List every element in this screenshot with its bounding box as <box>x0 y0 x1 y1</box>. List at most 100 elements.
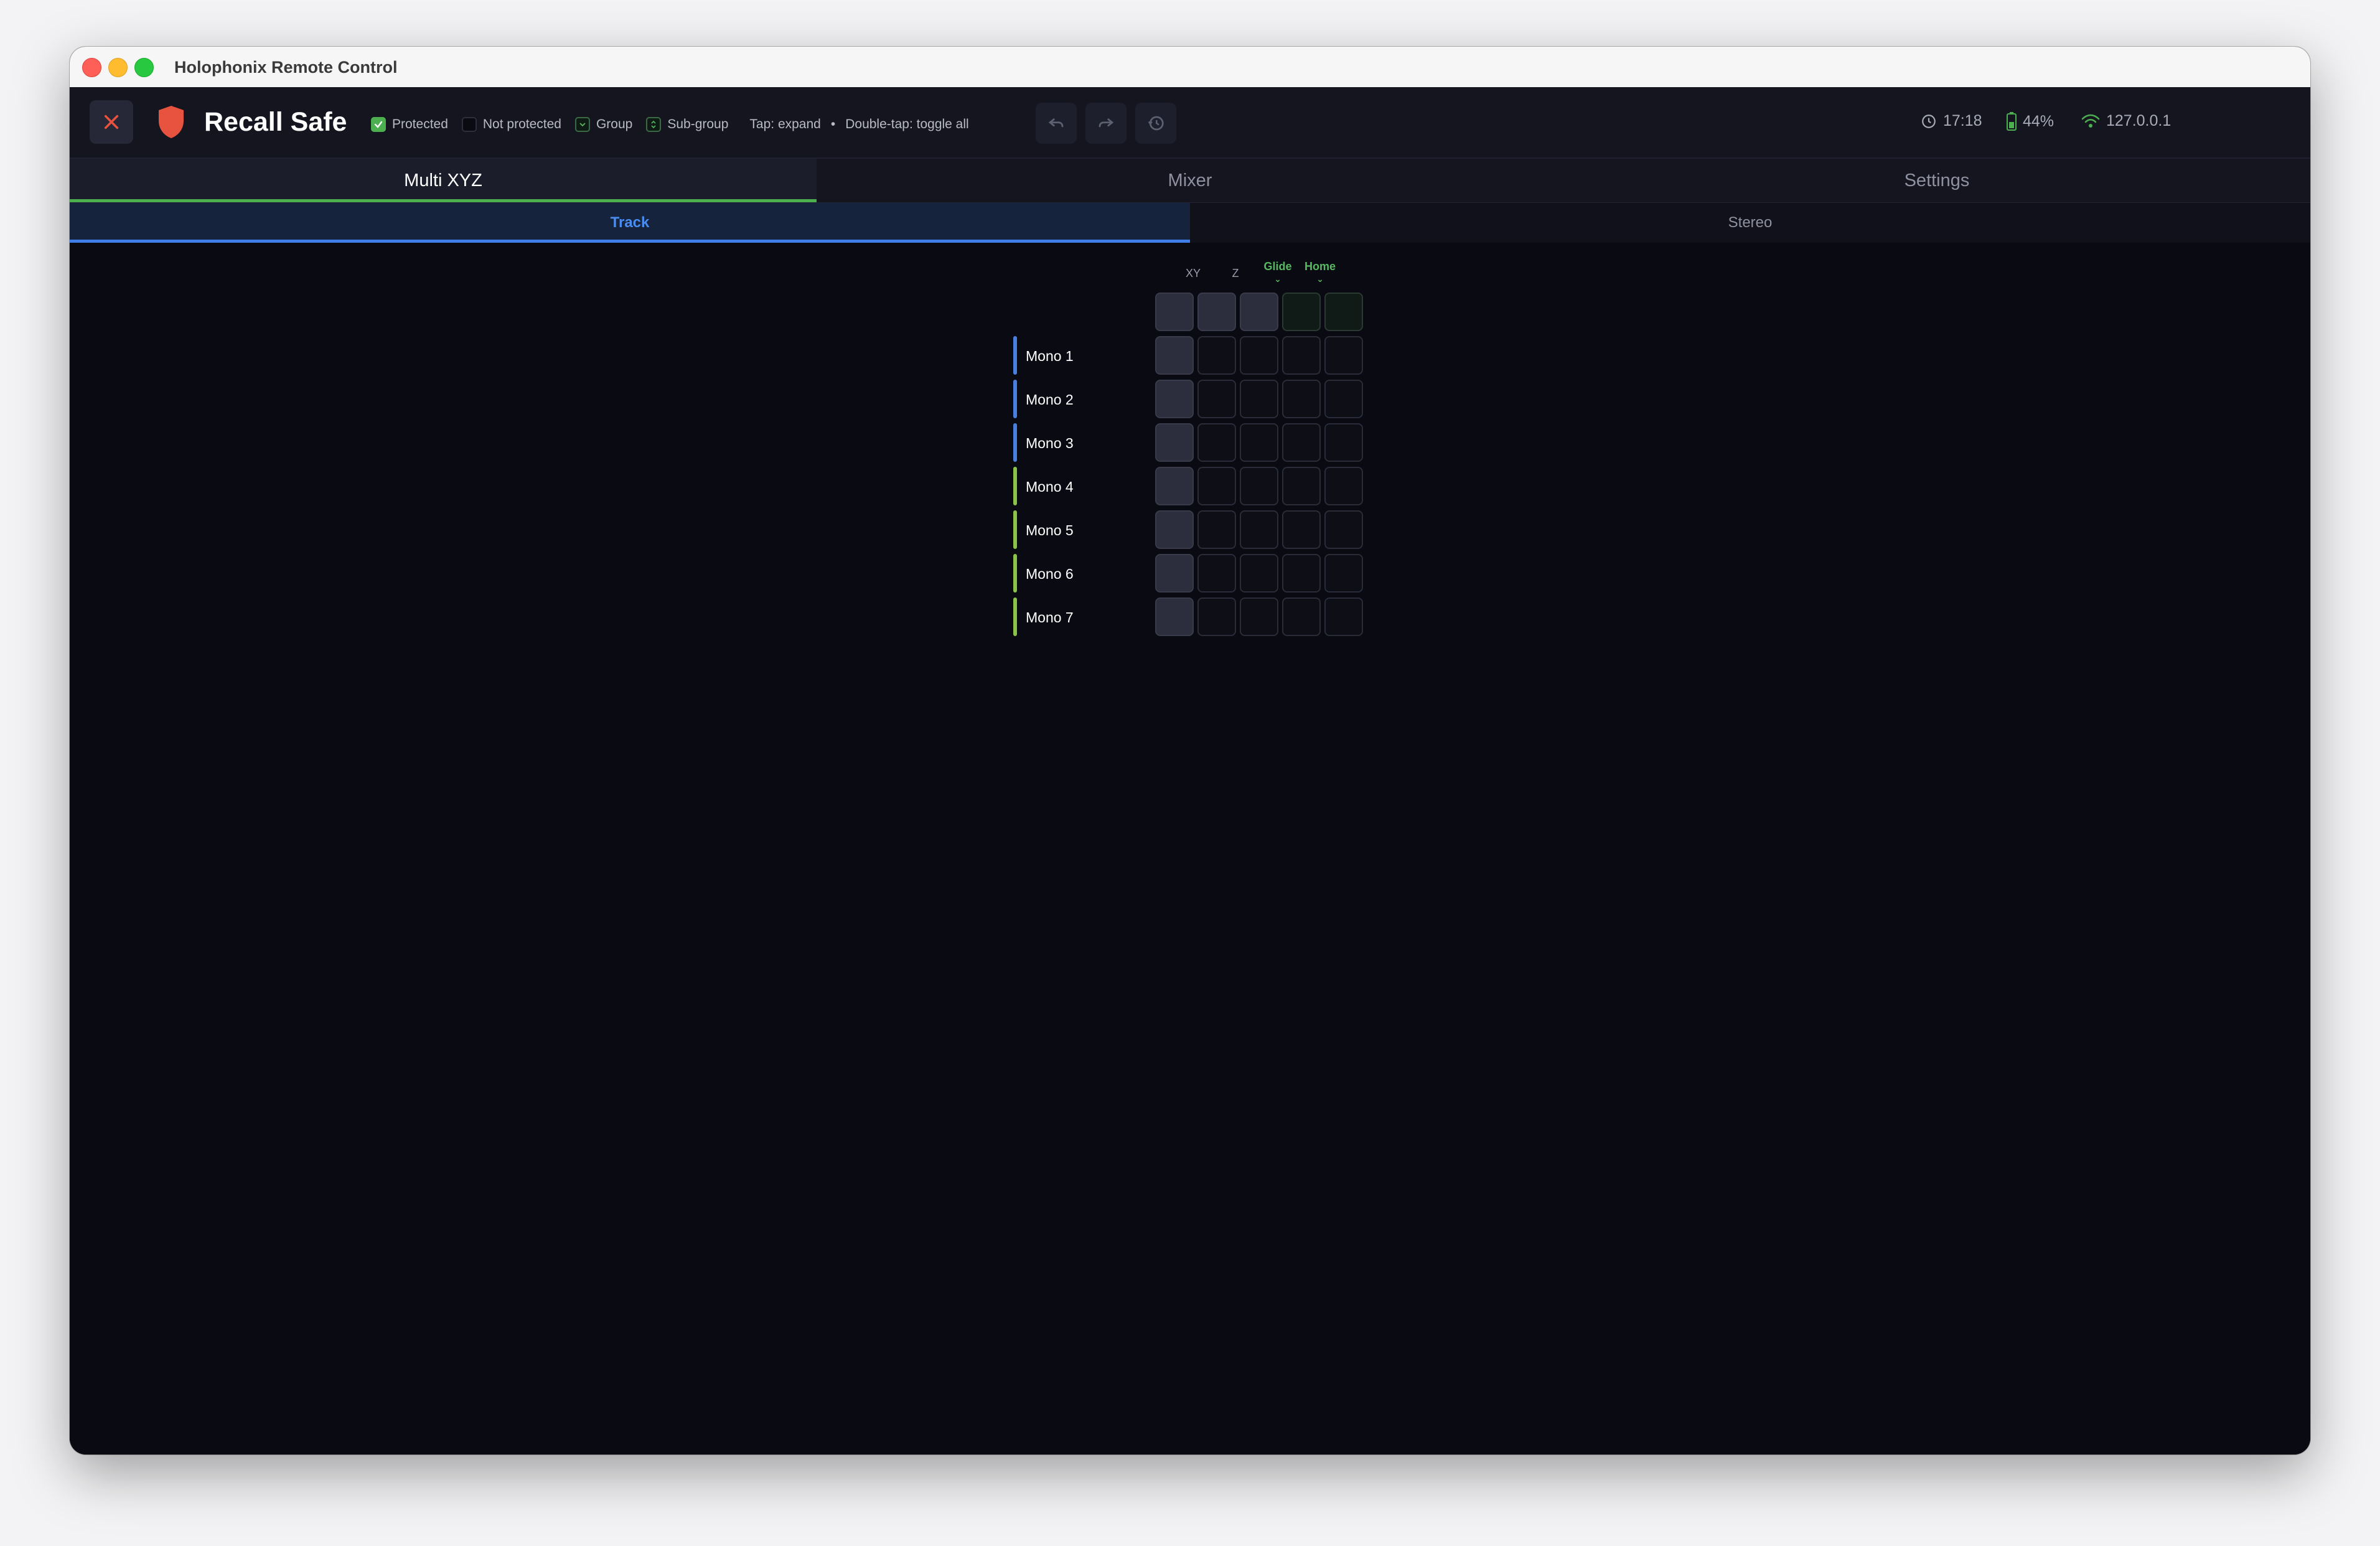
track-row[interactable]: Mono 4 <box>1013 467 1138 505</box>
subtab-stereo[interactable]: Stereo <box>1190 203 2310 243</box>
protect-cell-home[interactable] <box>1324 336 1363 375</box>
protect-cell-home[interactable] <box>1324 380 1363 418</box>
window-zoom-button[interactable] <box>134 58 154 77</box>
history-button[interactable] <box>1135 103 1176 144</box>
protect-cell-z[interactable] <box>1240 423 1278 462</box>
track-row[interactable]: Mono 5 <box>1013 510 1138 549</box>
expand-icon <box>646 117 662 132</box>
recall-safe-grid-area: XY Z Glide ⌄ Home ⌄ Mono 1 Mono 2 Mono 3 Mo… <box>70 244 2310 1455</box>
tab-multi-xyz[interactable]: Multi XYZ <box>70 159 817 202</box>
protect-cell-all[interactable] <box>1155 380 1194 418</box>
group-toggle-home[interactable] <box>1324 293 1363 331</box>
legend-not-protected-label: Not protected <box>482 117 561 131</box>
clock-status: 17:18 <box>1921 112 1982 130</box>
protect-cell-all[interactable] <box>1155 336 1194 375</box>
column-header-home[interactable]: Home ⌄ <box>1300 260 1341 283</box>
protect-cell-home[interactable] <box>1324 510 1363 549</box>
protect-cell-home[interactable] <box>1324 467 1363 505</box>
track-color-bar <box>1013 554 1017 593</box>
group-toggle-glide[interactable] <box>1282 293 1321 331</box>
connection-ip: 127.0.0.1 <box>2106 112 2172 129</box>
page-title: Recall Safe <box>204 107 347 137</box>
protect-cell-z[interactable] <box>1240 554 1278 593</box>
group-toggle-all[interactable] <box>1155 293 1194 331</box>
track-row[interactable]: Mono 1 <box>1013 336 1138 375</box>
track-name: Mono 2 <box>1026 391 1074 408</box>
legend-protected: Protected <box>371 117 448 132</box>
column-header-xy[interactable]: XY <box>1173 267 1214 280</box>
protect-cell-xy[interactable] <box>1197 467 1236 505</box>
protect-cell-xy[interactable] <box>1197 423 1236 462</box>
protect-cell-home[interactable] <box>1324 554 1363 593</box>
protect-cell-all[interactable] <box>1155 467 1194 505</box>
check-icon <box>371 117 386 132</box>
legend-protected-label: Protected <box>392 117 448 131</box>
track-name: Mono 1 <box>1026 348 1074 364</box>
protect-cell-glide[interactable] <box>1282 336 1321 375</box>
protect-cell-xy[interactable] <box>1197 554 1236 593</box>
protect-cell-xy[interactable] <box>1197 510 1236 549</box>
chevron-down-icon: ⌄ <box>1316 274 1324 284</box>
subtab-track[interactable]: Track <box>70 203 1190 243</box>
window-minimize-button[interactable] <box>108 58 128 77</box>
protect-cell-all[interactable] <box>1155 510 1194 549</box>
protect-cell-z[interactable] <box>1240 380 1278 418</box>
protect-cell-z[interactable] <box>1240 336 1278 375</box>
column-header-glide[interactable]: Glide ⌄ <box>1257 260 1298 283</box>
track-name: Mono 7 <box>1026 609 1074 625</box>
window-close-button[interactable] <box>82 58 101 77</box>
protect-cell-glide[interactable] <box>1282 510 1321 549</box>
undo-icon <box>1048 118 1064 128</box>
protect-cell-z[interactable] <box>1240 510 1278 549</box>
track-row[interactable]: Mono 3 <box>1013 423 1138 462</box>
track-row[interactable]: Mono 2 <box>1013 380 1138 418</box>
track-color-bar <box>1013 510 1017 549</box>
protect-cell-glide[interactable] <box>1282 597 1321 636</box>
shield-icon <box>159 106 184 138</box>
legend-sub-group-label: Sub-group <box>667 117 729 131</box>
protect-cell-glide[interactable] <box>1282 423 1321 462</box>
protect-cell-xy[interactable] <box>1197 380 1236 418</box>
protect-cell-xy[interactable] <box>1197 597 1236 636</box>
group-toggle-xy[interactable] <box>1197 293 1236 331</box>
undo-button[interactable] <box>1036 103 1077 144</box>
connection-status: 127.0.0.1 <box>2081 112 2171 130</box>
track-row[interactable]: Mono 6 <box>1013 554 1138 593</box>
protect-cell-all[interactable] <box>1155 423 1194 462</box>
redo-icon <box>1099 118 1114 128</box>
group-toggle-z[interactable] <box>1240 293 1278 331</box>
track-name: Mono 6 <box>1026 566 1074 582</box>
protect-cell-z[interactable] <box>1240 597 1278 636</box>
track-color-bar <box>1013 380 1017 418</box>
redo-button[interactable] <box>1085 103 1127 144</box>
clock-icon <box>1922 114 1936 128</box>
chevron-down-icon <box>574 117 590 132</box>
track-color-bar <box>1013 597 1017 636</box>
protect-cell-glide[interactable] <box>1282 467 1321 505</box>
legend-group-label: Group <box>596 117 633 131</box>
column-header-z[interactable]: Z <box>1215 267 1256 280</box>
protect-cell-z[interactable] <box>1240 467 1278 505</box>
chevron-down-icon: ⌄ <box>1274 274 1281 284</box>
protect-cell-home[interactable] <box>1324 423 1363 462</box>
track-name: Mono 5 <box>1026 522 1074 538</box>
close-panel-button[interactable] <box>90 100 133 144</box>
protect-cell-all[interactable] <box>1155 554 1194 593</box>
protect-cell-glide[interactable] <box>1282 380 1321 418</box>
hint-expand: Tap: expand <box>749 117 821 131</box>
protect-cell-home[interactable] <box>1324 597 1363 636</box>
sub-tabs: Track Stereo <box>70 203 2310 243</box>
tab-settings[interactable]: Settings <box>1563 159 2310 202</box>
legend-not-protected: Not protected <box>461 117 561 132</box>
column-header-glide-label: Glide <box>1263 260 1292 273</box>
empty-box-icon <box>461 117 477 132</box>
protect-cell-glide[interactable] <box>1282 554 1321 593</box>
track-row[interactable]: Mono 7 <box>1013 597 1138 636</box>
protect-cell-all[interactable] <box>1155 597 1194 636</box>
toolbar: Recall Safe Protected Not protected Grou… <box>70 87 2310 159</box>
protect-cell-xy[interactable] <box>1197 336 1236 375</box>
hint-separator: • <box>830 117 836 131</box>
tab-mixer[interactable]: Mixer <box>817 159 1563 202</box>
legend-group: Group <box>574 117 633 132</box>
main-tabs: Multi XYZ Mixer Settings <box>70 159 2310 203</box>
